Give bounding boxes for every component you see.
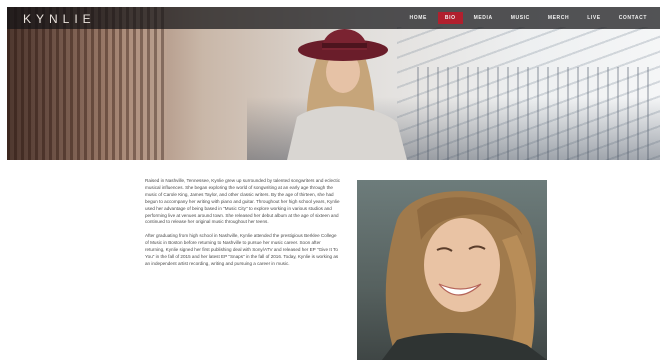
main-nav: HOME BIO MEDIA MUSIC MERCH LIVE CONTACT — [403, 7, 655, 29]
bio-paragraph-1: Raised in Nashville, Tennessee, Kynlie g… — [145, 178, 341, 225]
nav-bio[interactable]: BIO — [437, 12, 463, 24]
site-logo[interactable]: KYNLIE — [23, 12, 96, 26]
nav-home[interactable]: HOME — [403, 12, 434, 24]
nav-merch[interactable]: MERCH — [541, 12, 576, 24]
hero-artist-photo — [287, 29, 407, 160]
hero-banner — [7, 7, 660, 160]
nav-music[interactable]: MUSIC — [504, 12, 537, 24]
portrait-illustration — [382, 191, 547, 360]
bio-text: Raised in Nashville, Tennessee, Kynlie g… — [145, 178, 340, 275]
top-navigation-bar: KYNLIE HOME BIO MEDIA MUSIC MERCH LIVE C… — [7, 7, 660, 29]
artist-portrait-photo — [357, 180, 547, 360]
nav-contact[interactable]: CONTACT — [612, 12, 654, 24]
nav-live[interactable]: LIVE — [580, 12, 608, 24]
bio-paragraph-2: After graduating from high school in Nas… — [145, 233, 339, 266]
hero-shadow — [7, 7, 127, 160]
nav-media[interactable]: MEDIA — [467, 12, 500, 24]
